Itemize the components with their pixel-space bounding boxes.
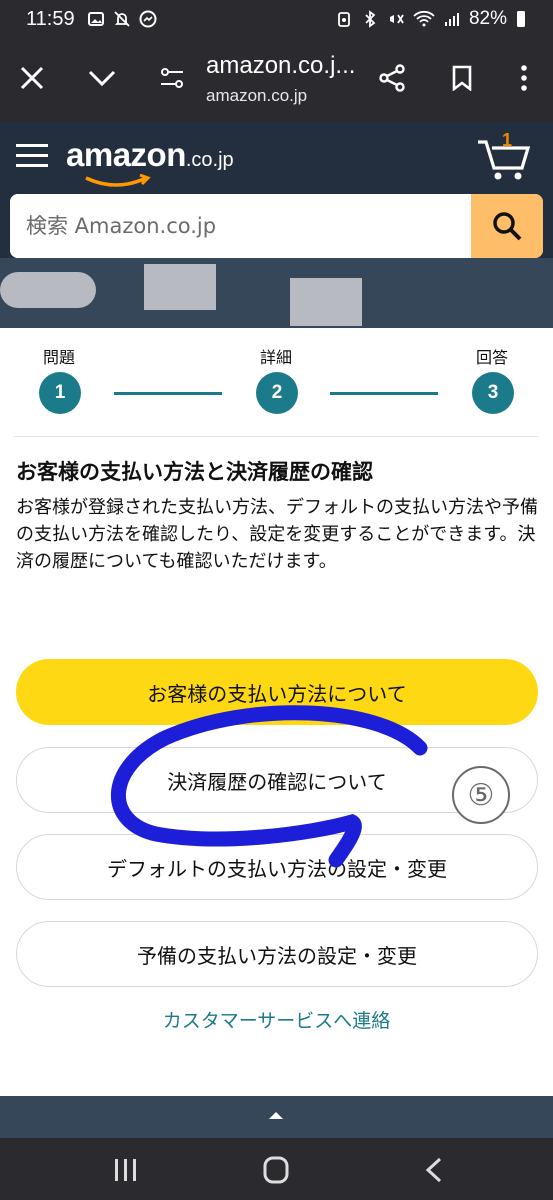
- share-icon: [379, 64, 405, 92]
- step-circle-3: 3: [472, 372, 514, 414]
- logo-smile-icon: [85, 174, 151, 187]
- search-button[interactable]: [471, 194, 543, 258]
- step-circle-1: 1: [39, 372, 81, 414]
- bookmark-icon: [452, 65, 472, 91]
- page-description: お客様が登録された支払い方法、デフォルトの支払い方法や予備の支払い方法を確認した…: [16, 497, 538, 572]
- vibrate-icon: [389, 14, 404, 24]
- redaction-blob: [290, 278, 362, 326]
- search-icon: [493, 212, 522, 241]
- hamburger-menu-icon[interactable]: [16, 140, 48, 172]
- search-bar: [10, 194, 543, 258]
- progress-stepper: 問題 詳細 回答 1 2 3: [0, 328, 553, 438]
- url-domain: amazon.co.jp: [206, 86, 308, 105]
- back-to-top-icon[interactable]: [268, 1110, 284, 1120]
- step-label-2: 詳細: [260, 348, 293, 367]
- step-label-1: 問題: [43, 348, 76, 367]
- step-connector: [330, 392, 438, 395]
- divider: [14, 436, 538, 437]
- url-title: amazon.co.j...: [206, 52, 356, 79]
- signal-icon: [444, 13, 459, 26]
- redaction-blob: [144, 264, 216, 310]
- step-circle-2: 2: [256, 372, 298, 414]
- share-button[interactable]: [372, 58, 412, 98]
- battery-percent: 82%: [468, 8, 507, 29]
- chevron-down-icon: [88, 70, 116, 87]
- wifi-icon: [413, 10, 435, 27]
- system-nav-bar: [0, 1138, 553, 1200]
- page-footer: [0, 1096, 553, 1138]
- image-icon: [87, 12, 104, 26]
- site-settings-button[interactable]: [152, 58, 192, 98]
- bookmark-button[interactable]: [442, 58, 482, 98]
- redacted-area: [0, 258, 553, 328]
- contact-customer-service-link[interactable]: カスタマーサービスへ連絡: [0, 1006, 553, 1033]
- backup-payment-button[interactable]: 予備の支払い方法の設定・変更: [16, 921, 538, 987]
- more-options-button[interactable]: [504, 58, 544, 98]
- messenger-icon: [139, 10, 157, 28]
- status-time: 11:59: [26, 7, 75, 30]
- search-input[interactable]: [10, 194, 471, 258]
- more-icon: [521, 65, 527, 91]
- amazon-logo[interactable]: amazon.co.jp: [66, 136, 234, 187]
- minimize-button[interactable]: [82, 58, 122, 98]
- close-icon: [20, 66, 44, 90]
- recent-apps-icon[interactable]: [106, 1156, 146, 1184]
- site-settings-icon: [161, 68, 183, 88]
- payment-methods-button[interactable]: お客様の支払い方法について: [16, 659, 538, 725]
- annotation-number: ⑤: [452, 766, 510, 824]
- amazon-header: amazon.co.jp 1: [0, 122, 553, 328]
- url-display[interactable]: amazon.co.j... amazon.co.jp: [206, 52, 355, 106]
- step-connector: [114, 392, 222, 395]
- default-payment-button[interactable]: デフォルトの支払い方法の設定・変更: [16, 834, 538, 900]
- status-bar: 11:59 82%: [0, 0, 553, 38]
- redaction-blob: [0, 272, 96, 308]
- home-icon[interactable]: [256, 1156, 296, 1184]
- logo-domain: .co.jp: [185, 149, 234, 171]
- close-tab-button[interactable]: [12, 58, 52, 98]
- battery-icon: [517, 11, 525, 27]
- bluetooth-icon: [365, 10, 376, 28]
- mute-notification-icon: [113, 11, 130, 27]
- logo-word: amazon: [66, 136, 186, 173]
- page-title: お客様の支払い方法と決済履歴の確認: [16, 460, 373, 484]
- browser-toolbar: amazon.co.j... amazon.co.jp: [0, 38, 553, 122]
- cart-count: 1: [502, 130, 513, 150]
- alarm-icon: [338, 12, 350, 27]
- back-icon[interactable]: [414, 1156, 454, 1184]
- step-label-3: 回答: [476, 348, 509, 367]
